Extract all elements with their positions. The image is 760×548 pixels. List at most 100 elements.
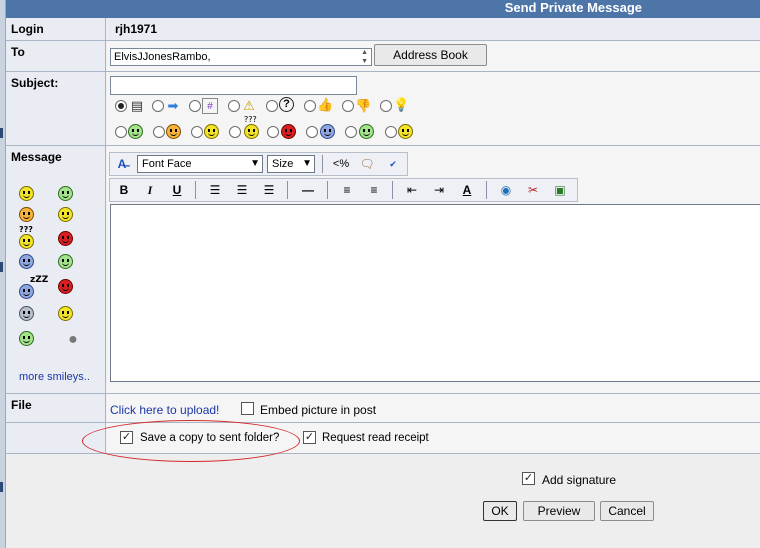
post-icon-radio[interactable]: [306, 126, 318, 138]
unlink-icon[interactable]: ✂: [523, 181, 543, 199]
post-icon-radio[interactable]: [267, 126, 279, 138]
message-textarea[interactable]: [110, 204, 760, 382]
toolbar-separator: [322, 155, 323, 173]
to-value-cell: ElvisJJonesRambo, ▲ ▼ Address Book: [107, 41, 760, 71]
post-icon-radio[interactable]: [191, 126, 203, 138]
to-input[interactable]: ElvisJJonesRambo, ▲ ▼: [110, 48, 372, 66]
subject-value-cell: ▤ ➡ # ⚠ ? 👍 👎 💡 ???: [107, 72, 760, 145]
sick-smiley-icon: [359, 124, 374, 139]
smiley-hiding-icon[interactable]: ●: [60, 332, 86, 348]
add-signature-checkbox[interactable]: ✓: [522, 472, 535, 485]
toolbar-separator: [327, 181, 328, 199]
question-icon: ?: [279, 97, 294, 112]
smiley-grin-icon[interactable]: [58, 186, 73, 201]
read-receipt-label: Request read receipt: [322, 432, 429, 444]
post-icon-radio[interactable]: [189, 100, 201, 112]
editor-toolbar-top: A̶ Font Face ▼ Size ▼ <% 🗨 ✔: [109, 152, 408, 176]
to-recipient-text: ElvisJJonesRambo,: [114, 51, 211, 63]
smiley-sleepy-icon[interactable]: [19, 284, 34, 299]
address-book-button[interactable]: Address Book: [374, 44, 487, 66]
file-label: File: [6, 394, 106, 422]
align-right-icon[interactable]: ☰: [259, 181, 279, 199]
bold-icon[interactable]: B: [114, 181, 134, 199]
toolbar-separator: [392, 181, 393, 199]
post-icon-radio[interactable]: [115, 100, 127, 112]
confused-marks: ???: [244, 115, 257, 124]
italic-icon[interactable]: I: [140, 181, 160, 199]
read-receipt-checkbox[interactable]: ✓: [303, 431, 316, 444]
smiley-nerd-icon[interactable]: [19, 331, 34, 346]
post-icon-radio[interactable]: [115, 126, 127, 138]
smiley-angry-icon[interactable]: [58, 231, 73, 246]
smiley-devil-icon[interactable]: [58, 279, 73, 294]
indent-icon[interactable]: ⇥: [429, 181, 449, 199]
editor-toolbar-bottom: B I U ☰ ☰ ☰ — ≡ ≡ ⇤ ⇥ A ◉ ✂ ▣: [109, 178, 578, 202]
cool-smiley-icon: [166, 124, 181, 139]
to-row: To ElvisJJonesRambo, ▲ ▼ Address Book: [6, 41, 760, 72]
unordered-list-icon[interactable]: ≡: [364, 181, 384, 199]
sad-smiley-icon: [320, 124, 335, 139]
smiley-cool-icon[interactable]: [19, 207, 34, 222]
wink-smiley-icon: [398, 124, 413, 139]
embed-picture-checkbox[interactable]: [241, 402, 254, 415]
text-color-icon[interactable]: A: [457, 181, 477, 199]
cancel-button[interactable]: Cancel: [600, 501, 654, 521]
post-icon-radio[interactable]: [152, 100, 164, 112]
quote-icon[interactable]: 🗨: [357, 155, 377, 173]
spellcheck-icon[interactable]: ✔: [383, 155, 403, 173]
post-icon-radio[interactable]: [266, 100, 278, 112]
smiley-sad-icon[interactable]: [19, 254, 34, 269]
subject-label: Subject:: [6, 72, 106, 145]
font-size-select[interactable]: Size ▼: [267, 155, 315, 173]
embed-picture-label: Embed picture in post: [260, 403, 377, 417]
post-icon-radio[interactable]: [342, 100, 354, 112]
smiley-confused-icon[interactable]: [19, 234, 34, 249]
subject-row: Subject: ▤ ➡ # ⚠ ? 👍 👎 💡 ???: [6, 72, 760, 146]
subject-input[interactable]: [110, 76, 357, 95]
toolbar-separator: [486, 181, 487, 199]
post-icon-radio[interactable]: [228, 100, 240, 112]
font-face-select[interactable]: Font Face ▼: [137, 155, 263, 173]
confused-marks: ???: [19, 225, 33, 234]
message-label-cell: Message ??? zZZ ● more smileys..: [6, 146, 106, 393]
remove-format-icon[interactable]: A̶: [112, 155, 132, 173]
align-center-icon[interactable]: ☰: [232, 181, 252, 199]
align-left-icon[interactable]: ☰: [205, 181, 225, 199]
spinner-icon[interactable]: ▲ ▼: [361, 48, 368, 66]
more-smileys-link[interactable]: more smileys..: [19, 371, 90, 383]
post-icon-radio[interactable]: [304, 100, 316, 112]
smiley-clap-icon[interactable]: [58, 306, 73, 321]
post-icon-radio[interactable]: [385, 126, 397, 138]
smiley-smile-icon[interactable]: [58, 207, 73, 222]
code-button[interactable]: <%: [331, 155, 351, 173]
login-row: Login rjh1971: [6, 18, 760, 41]
smiley-dizzy-icon[interactable]: [19, 306, 34, 321]
underline-icon[interactable]: U: [167, 181, 187, 199]
insert-image-icon[interactable]: ▣: [550, 181, 570, 199]
thumbs-up-icon: 👍: [317, 97, 334, 112]
smiley-happy-icon[interactable]: [19, 186, 34, 201]
edge-mark: [0, 128, 3, 138]
ok-button[interactable]: OK: [483, 501, 517, 521]
upload-link[interactable]: Click here to upload!: [110, 403, 219, 417]
font-size-value: Size: [272, 158, 294, 170]
grin-smiley-icon: [128, 124, 143, 139]
post-icon-radio[interactable]: [229, 126, 241, 138]
post-icon-radio[interactable]: [153, 126, 165, 138]
post-icon-radio[interactable]: [345, 126, 357, 138]
hyperlink-globe-icon[interactable]: ◉: [496, 181, 516, 199]
preview-button[interactable]: Preview: [523, 501, 595, 521]
hash-icon: #: [202, 98, 218, 114]
edge-mark: [0, 482, 3, 492]
horizontal-rule-icon[interactable]: —: [298, 181, 318, 199]
outdent-icon[interactable]: ⇤: [402, 181, 422, 199]
chevron-down-icon: ▼: [250, 158, 260, 169]
ordered-list-icon[interactable]: ≡: [337, 181, 357, 199]
login-label: Login: [6, 18, 106, 40]
smiley-sick-icon[interactable]: [58, 254, 73, 269]
page-title: Send Private Message: [6, 0, 760, 18]
message-row: Message ??? zZZ ● more smileys.. A̶ Font…: [6, 146, 760, 394]
post-icon-radio[interactable]: [380, 100, 392, 112]
toolbar-separator: [287, 181, 288, 199]
annotation-highlight-oval: [82, 420, 300, 462]
